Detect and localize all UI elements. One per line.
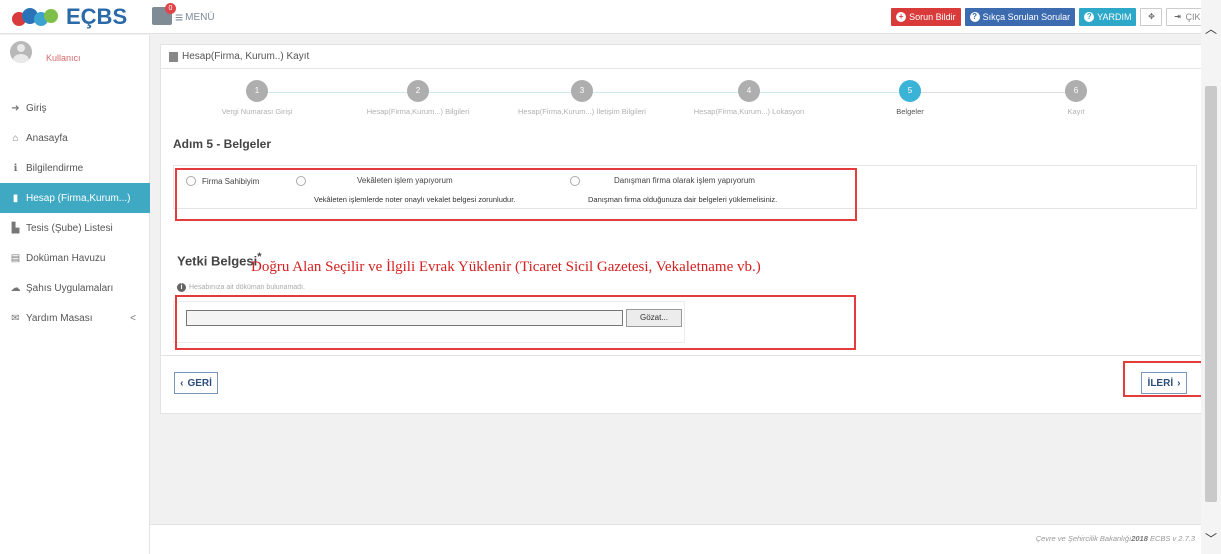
step-5[interactable]: 5 Belgeler [830, 80, 990, 116]
wizard-steps: 1 Vergi Numarası Girişi 2 Hesap(Firma,Ku… [161, 71, 1205, 127]
sidebar-item-giris[interactable]: ➜ Giriş [0, 93, 150, 123]
sidebar-item-label: Hesap (Firma,Kurum...) [26, 192, 131, 204]
main-panel: Hesap(Firma, Kurum..) Kayıt 1 Vergi Numa… [160, 44, 1204, 414]
building-icon [169, 51, 178, 62]
chevron-up-icon[interactable]: ︿ [1204, 22, 1218, 36]
step-label: Hesap(Firma,Kurum...) İletişim Bilgileri [518, 107, 646, 116]
chevron-left-icon: < [130, 312, 136, 324]
info-message: i Hesabınıza ait döküman bulunamadı. [177, 283, 305, 292]
step-title: Adım 5 - Belgeler [173, 137, 272, 151]
help-label: YARDIM [1097, 12, 1132, 22]
sidebar-item-anasayfa[interactable]: ⌂ Anasayfa [0, 123, 150, 153]
step-number: 6 [1065, 80, 1087, 102]
step-1[interactable]: 1 Vergi Numarası Girişi [177, 80, 337, 116]
faq-label: Sıkça Sorulan Sorular [982, 12, 1071, 22]
highlight-box-options [175, 168, 857, 221]
step-label: Vergi Numarası Girişi [221, 107, 293, 116]
menu-label: MENÜ [185, 11, 215, 23]
factory-icon: ▙ [11, 222, 20, 234]
sidebar: Kullanıcı ➜ Giriş ⌂ Anasayfa ℹ Bilgilend… [0, 35, 150, 554]
toolbar-right: + Sorun Bildir ? Sıkça Sorulan Sorular ?… [891, 8, 1215, 26]
sidebar-item-dokuman[interactable]: ▤ Doküman Havuzu [0, 243, 150, 273]
step-number: 4 [738, 80, 760, 102]
step-number: 5 [899, 80, 921, 102]
info-icon: ℹ [13, 162, 18, 174]
help-button[interactable]: ? YARDIM [1079, 8, 1137, 26]
divider [161, 355, 1203, 356]
cloud-icon: ☁ [10, 282, 21, 294]
step-number: 3 [571, 80, 593, 102]
sidebar-item-label: Yardım Masası [26, 312, 93, 324]
page-title: Hesap(Firma, Kurum..) Kayıt [182, 51, 310, 62]
sidebar-nav: ➜ Giriş ⌂ Anasayfa ℹ Bilgilendirme ▮ Hes… [0, 93, 150, 333]
home-icon: ⌂ [12, 132, 19, 144]
step-label: Hesap(Firma,Kurum...) Lokasyon [693, 107, 805, 116]
info-message-text: Hesabınıza ait döküman bulunamadı. [189, 284, 305, 291]
page-scrollbar[interactable]: ︿ ﹀ [1201, 0, 1221, 554]
sidebar-item-label: Anasayfa [26, 132, 68, 144]
avatar [10, 41, 32, 63]
envelope-icon: ✉ [11, 312, 20, 324]
step-label: Belgeler [896, 107, 924, 116]
sidebar-item-tesis[interactable]: ▙ Tesis (Şube) Listesi [0, 213, 150, 243]
move-button[interactable]: ✥ [1140, 8, 1163, 26]
hamburger-icon: ≡ [175, 9, 184, 25]
logout-icon: ⇥ [1174, 12, 1181, 21]
plus-circle-icon: + [896, 12, 907, 22]
chevron-right-icon: › [1177, 377, 1181, 389]
sidebar-item-sahis[interactable]: ☁ Şahıs Uygulamaları [0, 273, 150, 303]
step-number: 1 [246, 80, 268, 102]
menu-button[interactable]: ≡ MENÜ [175, 9, 215, 25]
next-label: İLERİ [1147, 377, 1174, 389]
step-3[interactable]: 3 Hesap(Firma,Kurum...) İletişim Bilgile… [502, 80, 662, 116]
back-label: GERİ [187, 377, 212, 389]
upload-section-title: Yetki Belgesi* [177, 251, 262, 268]
question-icon: ? [969, 12, 980, 22]
report-issue-button[interactable]: + Sorun Bildir [891, 8, 961, 26]
sidebar-item-label: Doküman Havuzu [26, 252, 106, 264]
login-icon: ➜ [11, 102, 20, 114]
step-label: Kayıt [1067, 107, 1085, 116]
building-icon: ▮ [12, 192, 19, 204]
logo-mark-icon [12, 6, 62, 28]
sidebar-item-label: Bilgilendirme [26, 162, 84, 174]
footer-org: Çevre ve Şehircilik Bakanlığı [1035, 534, 1132, 543]
logo-text: EÇBS [66, 4, 128, 29]
top-bar: EÇBS 0 ≡ MENÜ + Sorun Bildir ? Sıkça Sor… [0, 0, 1221, 34]
footer-version: ECBS v 2.7.3 [1149, 534, 1195, 543]
footer-year: 2018 [1131, 534, 1148, 543]
step-6[interactable]: 6 Kayıt [996, 80, 1156, 116]
username: Kullanıcı [46, 53, 81, 63]
app-logo[interactable]: EÇBS [12, 4, 127, 30]
sidebar-item-label: Şahıs Uygulamaları [26, 282, 114, 294]
step-number: 2 [407, 80, 429, 102]
chevron-left-icon: ‹ [180, 377, 184, 389]
back-button[interactable]: ‹ GERİ [174, 372, 218, 394]
report-issue-label: Sorun Bildir [909, 12, 956, 22]
sidebar-item-hesap[interactable]: ▮ Hesap (Firma,Kurum...) [0, 183, 150, 213]
move-icon: ✥ [1148, 12, 1155, 21]
panel-header: Hesap(Firma, Kurum..) Kayıt [161, 45, 1203, 69]
sidebar-item-label: Giriş [26, 102, 47, 114]
sidebar-item-bilgilendirme[interactable]: ℹ Bilgilendirme [0, 153, 150, 183]
sidebar-item-label: Tesis (Şube) Listesi [26, 222, 113, 234]
chevron-down-icon[interactable]: ﹀ [1204, 532, 1218, 546]
question-icon: ? [1084, 12, 1095, 22]
user-info[interactable]: Kullanıcı [10, 41, 81, 63]
scrollbar-thumb[interactable] [1205, 86, 1217, 502]
documents-icon: ▤ [10, 252, 21, 264]
upload-title-label: Yetki Belgesi [177, 253, 258, 269]
next-button[interactable]: İLERİ › [1141, 372, 1187, 394]
info-icon: i [177, 283, 186, 292]
faq-button[interactable]: ? Sıkça Sorulan Sorular [964, 8, 1076, 26]
highlight-box-upload [175, 295, 856, 350]
step-label: Hesap(Firma,Kurum...) Bilgileri [366, 107, 470, 116]
step-2[interactable]: 2 Hesap(Firma,Kurum...) Bilgileri [338, 80, 498, 116]
footer: Çevre ve Şehircilik Bakanlığı2018 ECBS v… [150, 524, 1201, 554]
step-4[interactable]: 4 Hesap(Firma,Kurum...) Lokasyon [669, 80, 829, 116]
annotation-text: Doğru Alan Seçilir ve İlgili Evrak Yükle… [251, 259, 761, 275]
sidebar-item-yardim[interactable]: ✉ Yardım Masası < [0, 303, 150, 333]
footer-text: Çevre ve Şehircilik Bakanlığı2018 ECBS v… [1036, 534, 1195, 543]
